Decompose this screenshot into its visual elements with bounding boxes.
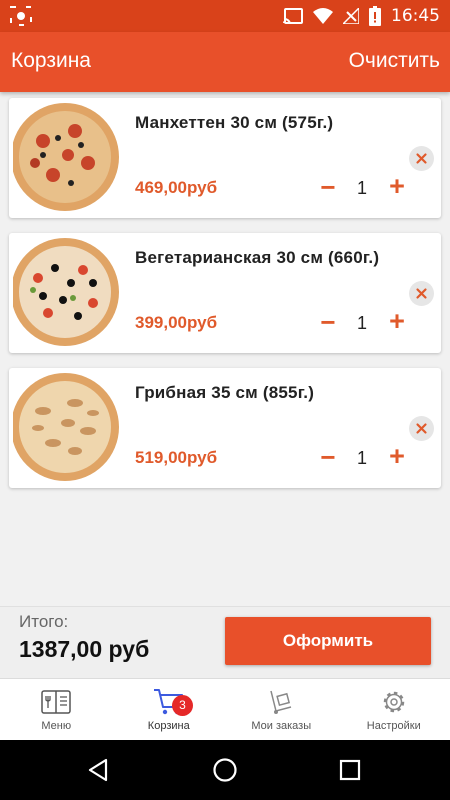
home-icon[interactable] <box>211 756 239 784</box>
nav-label: Мои заказы <box>251 720 312 732</box>
decrease-quantity-button[interactable]: − <box>317 174 339 200</box>
page-title: Корзина <box>11 49 91 72</box>
increase-quantity-button[interactable]: + <box>385 172 409 200</box>
item-name: Вегетарианская 30 см (660г.) <box>135 248 380 267</box>
item-quantity: 1 <box>356 178 367 198</box>
pizza-image <box>13 103 119 211</box>
clock: 16:45 <box>391 6 440 26</box>
system-nav-bar <box>0 740 450 800</box>
close-icon <box>416 153 427 164</box>
status-bar: 16:45 <box>0 0 450 32</box>
close-icon <box>416 423 427 434</box>
decrease-quantity-button[interactable]: − <box>317 444 339 470</box>
clear-cart-button[interactable]: Очистить <box>349 49 440 73</box>
decrease-quantity-button[interactable]: − <box>317 309 339 335</box>
cart-count-badge: 3 <box>172 695 193 716</box>
bottom-nav: Меню Корзина Мои заказы Настройки <box>0 678 450 740</box>
item-quantity: 1 <box>356 313 367 333</box>
nav-item-settings[interactable]: Настройки <box>338 679 450 740</box>
app-bar: Корзина Очистить <box>0 32 450 92</box>
nav-item-menu[interactable]: Меню <box>0 679 113 740</box>
item-price: 469,00руб <box>135 178 218 197</box>
total-label: Итого: <box>19 612 69 631</box>
item-price: 519,00руб <box>135 448 218 467</box>
wifi-icon <box>313 8 333 24</box>
no-signal-icon <box>343 8 359 24</box>
increase-quantity-button[interactable]: + <box>385 442 409 470</box>
nav-label: Настройки <box>366 720 421 732</box>
total-value: 1387,00 руб <box>19 636 150 662</box>
nav-item-cart[interactable]: Корзина <box>113 679 226 740</box>
nav-item-my-orders[interactable]: Мои заказы <box>225 679 338 740</box>
recents-icon[interactable] <box>336 756 364 784</box>
total-bar: Итого: 1387,00 руб Оформить <box>0 606 450 678</box>
increase-quantity-button[interactable]: + <box>385 307 409 335</box>
cart-item: Грибная 35 см (855г.) 519,00руб − 1 + <box>9 368 441 488</box>
back-icon[interactable] <box>86 756 114 784</box>
item-name: Манхеттен 30 см (575г.) <box>135 113 334 132</box>
menu-book-icon <box>41 690 71 714</box>
remove-item-button[interactable] <box>409 281 434 306</box>
nav-label: Меню <box>41 720 72 732</box>
remove-item-button[interactable] <box>409 146 434 171</box>
pizza-image <box>13 238 119 346</box>
cart-item: Вегетарианская 30 см (660г.) 399,00руб −… <box>9 233 441 353</box>
delivery-cart-icon <box>270 690 292 714</box>
battery-icon <box>369 6 381 26</box>
screenshot-icon <box>10 6 32 26</box>
cart-item: Манхеттен 30 см (575г.) 469,00руб − 1 + <box>9 98 441 218</box>
item-quantity: 1 <box>356 448 367 468</box>
remove-item-button[interactable] <box>409 416 434 441</box>
pizza-image <box>13 373 119 481</box>
close-icon <box>416 288 427 299</box>
checkout-button[interactable]: Оформить <box>225 617 431 665</box>
nav-label: Корзина <box>147 720 190 732</box>
item-name: Грибная 35 см (855г.) <box>135 383 315 402</box>
cast-icon <box>283 8 303 24</box>
item-price: 399,00руб <box>135 313 218 332</box>
gear-icon <box>383 691 404 713</box>
